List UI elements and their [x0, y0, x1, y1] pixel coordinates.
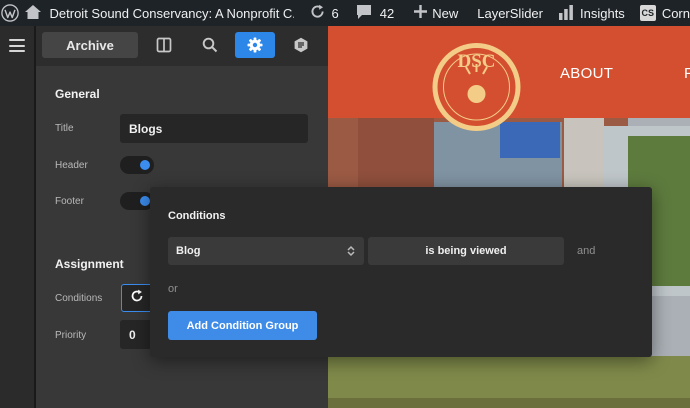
cornerstone-link[interactable]: CS Corn	[639, 0, 690, 26]
condition-select[interactable]: Blog	[168, 237, 364, 265]
insights-label: Insights	[580, 5, 625, 21]
refresh-icon	[309, 3, 326, 23]
layerslider-label: LayerSlider	[477, 5, 543, 21]
footer-label: Footer	[55, 196, 84, 207]
settings-gear-icon[interactable]	[235, 32, 275, 58]
condition-value: Blog	[176, 245, 201, 257]
layerslider-link[interactable]: LayerSlider	[477, 0, 543, 26]
header-toggle[interactable]	[120, 156, 154, 174]
logo-text: DSC	[457, 51, 496, 72]
general-heading: General	[55, 87, 100, 101]
cornerstone-label: Corn	[661, 5, 690, 21]
bar-chart-icon	[558, 4, 574, 23]
builder-rail	[0, 26, 34, 408]
new-label: New	[432, 5, 459, 21]
insights-link[interactable]: Insights	[558, 0, 625, 26]
and-button[interactable]: and	[577, 245, 595, 257]
info-hex-icon[interactable]	[281, 32, 321, 58]
plus-icon	[414, 5, 428, 21]
footer-toggle[interactable]	[120, 192, 154, 210]
site-title: Detroit Sound Conservancy: A Nonprofit C…	[49, 5, 294, 21]
updates-count: 6	[331, 5, 339, 21]
nav-about-link[interactable]: ABOUT	[560, 65, 613, 82]
conditions-label: Conditions	[55, 293, 103, 304]
cornerstone-icon: CS	[639, 5, 656, 21]
wp-admin-bar: Detroit Sound Conservancy: A Nonprofit C…	[0, 0, 690, 26]
comments-link[interactable]: 42	[356, 0, 394, 26]
home-icon	[24, 4, 42, 23]
archive-button[interactable]: Archive	[42, 32, 138, 58]
comment-icon	[356, 4, 372, 23]
hamburger-menu-icon[interactable]	[9, 39, 25, 52]
dsc-logo[interactable]: DSC	[430, 42, 523, 132]
layout-columns-icon[interactable]	[144, 32, 184, 58]
add-condition-group-button[interactable]: Add Condition Group	[168, 311, 317, 340]
comments-count: 42	[379, 5, 395, 21]
or-label: or	[168, 283, 178, 295]
title-label: Title	[55, 123, 74, 134]
conditions-popup: Conditions Blog is being viewed and or A…	[150, 187, 652, 357]
nav-next-link[interactable]: P	[684, 65, 690, 82]
search-icon[interactable]	[190, 32, 230, 58]
panel-toolbar: Archive	[36, 26, 328, 66]
chevron-updown-icon	[346, 245, 356, 260]
assignment-heading: Assignment	[55, 257, 124, 271]
updates-link[interactable]: 6	[309, 0, 339, 26]
refresh-icon	[130, 289, 144, 308]
popup-title: Conditions	[168, 210, 226, 222]
new-content-link[interactable]: New	[414, 0, 458, 26]
operator-button[interactable]: is being viewed	[368, 237, 564, 265]
priority-label: Priority	[55, 330, 87, 341]
site-name-link[interactable]: Detroit Sound Conservancy: A Nonprofit C…	[20, 0, 294, 26]
title-input[interactable]: Blogs	[120, 114, 308, 143]
conditions-button[interactable]	[121, 284, 153, 312]
header-label: Header	[55, 160, 88, 171]
wordpress-logo-icon[interactable]	[0, 0, 20, 26]
